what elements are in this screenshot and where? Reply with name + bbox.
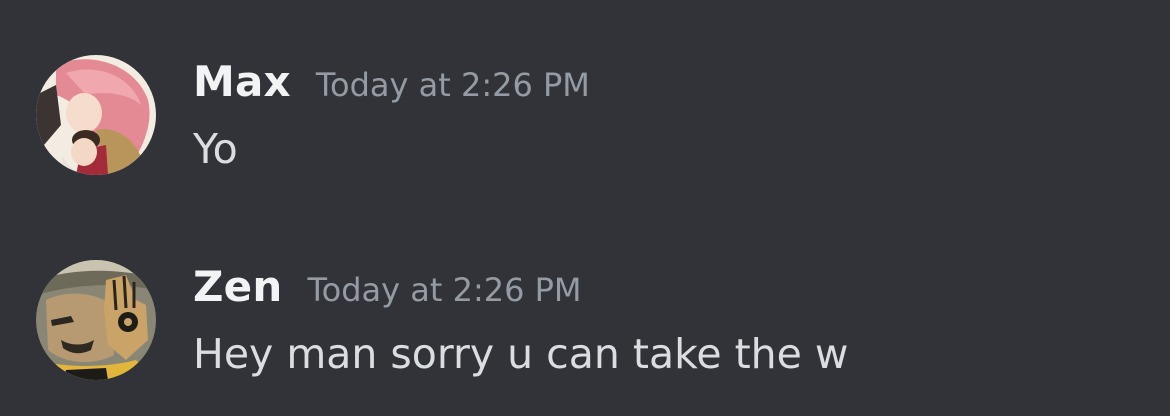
message-header: Zen Today at 2:26 PM <box>193 262 582 311</box>
message-item[interactable]: Zen Today at 2:26 PM Hey man sorry u can… <box>36 260 1136 390</box>
message-content: Yo <box>193 125 238 173</box>
avatar[interactable] <box>36 260 156 380</box>
message-item[interactable]: Max Today at 2:26 PM Yo <box>36 55 1136 185</box>
username[interactable]: Max <box>193 57 291 106</box>
chat-message-list: Max Today at 2:26 PM Yo Zen Today at 2:2… <box>0 0 1170 416</box>
message-content: Hey man sorry u can take the w <box>193 330 849 378</box>
timestamp: Today at 2:26 PM <box>307 271 582 309</box>
avatar[interactable] <box>36 55 156 175</box>
username[interactable]: Zen <box>193 262 282 311</box>
avatar-image <box>36 55 156 175</box>
message-header: Max Today at 2:26 PM <box>193 57 590 106</box>
avatar-image <box>36 260 156 380</box>
timestamp: Today at 2:26 PM <box>315 66 590 104</box>
